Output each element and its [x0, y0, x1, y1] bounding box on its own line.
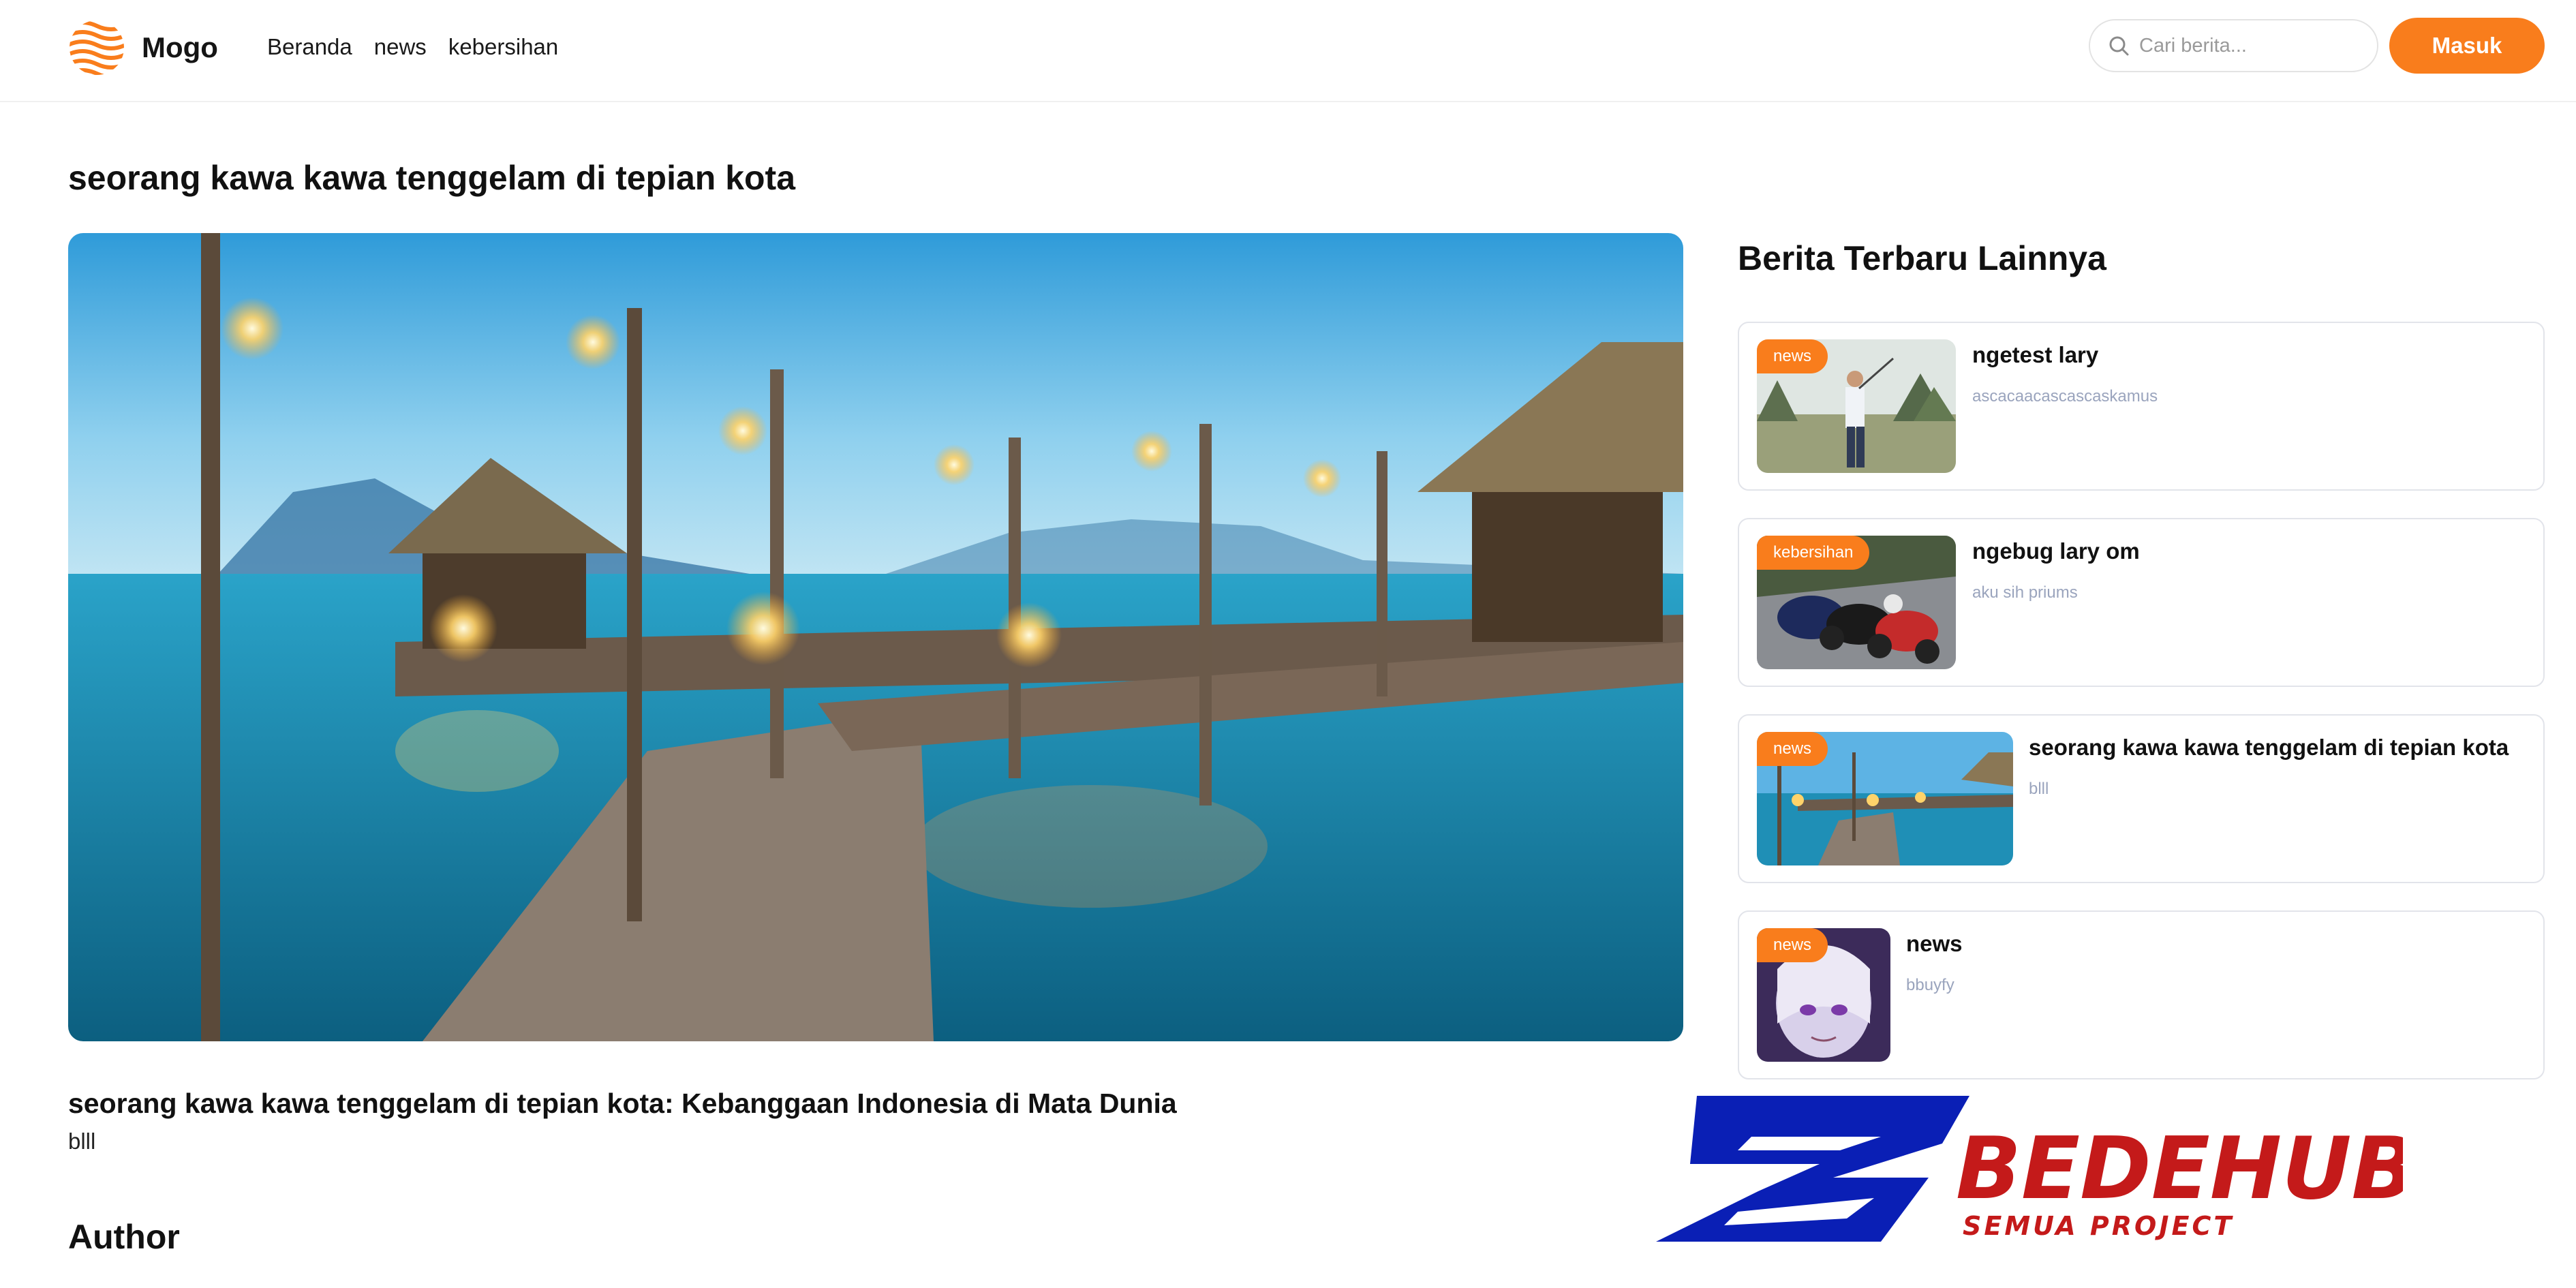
category-badge: news [1757, 928, 1828, 962]
news-thumbnail: kebersihan [1757, 536, 1956, 669]
news-card-title: ngebug lary om [1972, 538, 2140, 564]
news-card-desc: bbuyfy [1906, 976, 1954, 994]
login-button[interactable]: Masuk [2389, 18, 2545, 74]
news-card-desc: ascacaacascascaskamus [1972, 387, 2158, 405]
news-card-title: ngetest lary [1972, 342, 2099, 367]
article-body: blll [68, 1129, 96, 1154]
nav-link-kebersihan[interactable]: kebersihan [448, 30, 558, 64]
category-badge: news [1757, 732, 1828, 766]
news-card-title: seorang kawa kawa tenggelam di tepian ko… [2029, 735, 2509, 760]
news-card-title: news [1906, 931, 1963, 956]
search-icon [2109, 36, 2129, 56]
bedehub-watermark: BEDEHUB SEMUA PROJECT [1656, 1096, 2417, 1242]
news-card[interactable]: news seorang kawa kawa tenggelam di tepi… [1738, 714, 2545, 883]
news-thumbnail: news [1757, 339, 1956, 473]
category-badge: kebersihan [1757, 536, 1870, 570]
brand-logo[interactable]: Mogo [68, 19, 218, 76]
nav-link-beranda[interactable]: Beranda [267, 30, 352, 64]
hero-image [68, 233, 1683, 1041]
logo-icon [70, 20, 124, 75]
news-card[interactable]: news news bbuyfy [1738, 910, 2545, 1079]
news-card-desc: blll [2029, 780, 2049, 798]
navbar: Mogo Beranda news kebersihan Masuk [0, 0, 2576, 102]
news-thumbnail: news [1757, 928, 1890, 1062]
nav-link-news[interactable]: news [374, 30, 427, 64]
sidebar-title: Berita Terbaru Lainnya [1738, 239, 2106, 277]
watermark-tagline: SEMUA PROJECT [1963, 1211, 2234, 1241]
watermark-title: BEDEHUB [1956, 1118, 2403, 1218]
search-box[interactable] [2089, 19, 2378, 72]
search-input[interactable] [2139, 34, 2357, 57]
news-card[interactable]: kebersihan ngebug lary om aku sih priums [1738, 518, 2545, 687]
news-thumbnail: news [1757, 732, 2013, 865]
page-title: seorang kawa kawa tenggelam di tepian ko… [68, 159, 796, 197]
news-card[interactable]: news ngetest lary ascacaacascascaskamus [1738, 322, 2545, 491]
author-heading: Author [68, 1218, 180, 1256]
brand-name: Mogo [142, 31, 218, 63]
category-badge: news [1757, 339, 1828, 373]
main-nav: Beranda news kebersihan [267, 30, 558, 64]
news-card-desc: aku sih priums [1972, 583, 2078, 602]
article-subtitle: seorang kawa kawa tenggelam di tepian ko… [68, 1088, 1177, 1119]
